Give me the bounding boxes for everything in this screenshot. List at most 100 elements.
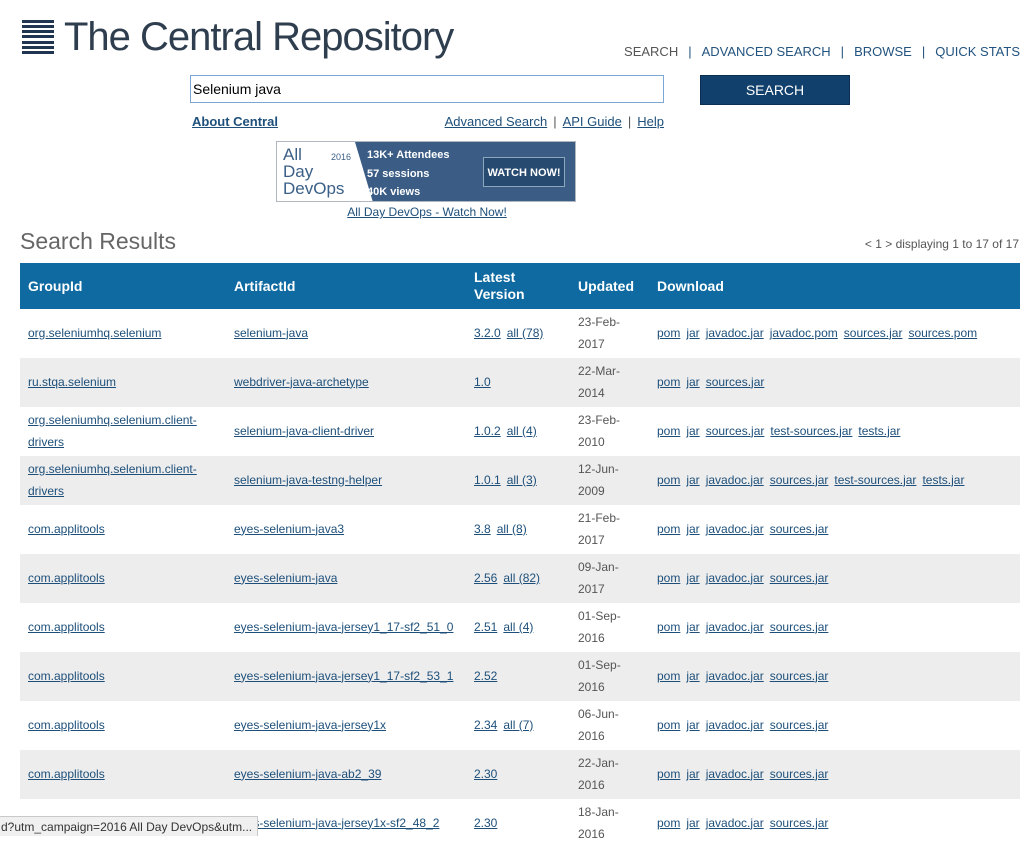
artifactid-link[interactable]: eyes-selenium-java-jersey1_17-sf2_53_1 (234, 669, 453, 683)
nav-advanced-search[interactable]: ADVANCED SEARCH (702, 44, 831, 59)
site-logo[interactable]: The Central Repository (22, 17, 454, 57)
artifactid-link[interactable]: eyes-selenium-java-ab2_39 (234, 767, 381, 781)
download-link[interactable]: jar (686, 571, 699, 585)
download-link[interactable]: jar (686, 669, 699, 683)
version-link[interactable]: 2.52 (474, 669, 497, 683)
ad-caption-link[interactable]: All Day DevOps - Watch Now! (347, 205, 507, 219)
download-link[interactable]: jar (686, 767, 699, 781)
nav-quick-stats[interactable]: QUICK STATS (935, 44, 1020, 59)
download-link[interactable]: tests.jar (858, 424, 900, 438)
download-link[interactable]: pom (657, 767, 680, 781)
version-link[interactable]: 3.8 (474, 522, 491, 536)
download-link[interactable]: sources.jar (844, 326, 903, 340)
download-link[interactable]: jar (686, 473, 699, 487)
version-link[interactable]: 2.34 (474, 718, 497, 732)
help-link[interactable]: Help (637, 114, 664, 129)
download-link[interactable]: sources.jar (770, 522, 829, 536)
groupid-link[interactable]: com.applitools (28, 522, 105, 536)
groupid-link[interactable]: org.seleniumhq.selenium.client-drivers (28, 413, 197, 449)
download-link[interactable]: pom (657, 718, 680, 732)
download-link[interactable]: javadoc.jar (706, 571, 764, 585)
download-link[interactable]: test-sources.jar (770, 424, 852, 438)
version-link[interactable]: 3.2.0 (474, 326, 501, 340)
download-link[interactable]: jar (686, 620, 699, 634)
download-link[interactable]: jar (686, 375, 699, 389)
nav-browse[interactable]: BROWSE (854, 44, 912, 59)
ad-watch-now-button[interactable]: WATCH NOW! (483, 157, 565, 187)
download-link[interactable]: pom (657, 424, 680, 438)
download-link[interactable]: sources.jar (770, 767, 829, 781)
download-link[interactable]: sources.jar (770, 669, 829, 683)
artifactid-link[interactable]: webdriver-java-archetype (234, 375, 369, 389)
download-link[interactable]: javadoc.jar (706, 326, 764, 340)
all-versions-link[interactable]: all (4) (507, 424, 537, 438)
download-link[interactable]: pom (657, 669, 680, 683)
download-link[interactable]: sources.jar (706, 424, 765, 438)
download-link[interactable]: sources.jar (770, 816, 829, 830)
download-link[interactable]: pom (657, 620, 680, 634)
download-link[interactable]: tests.jar (922, 473, 964, 487)
version-link[interactable]: 2.30 (474, 816, 497, 830)
download-link[interactable]: pom (657, 522, 680, 536)
nav-search[interactable]: SEARCH (624, 44, 678, 59)
groupid-link[interactable]: org.seleniumhq.selenium (28, 326, 161, 340)
download-link[interactable]: sources.jar (770, 718, 829, 732)
download-link[interactable]: javadoc.jar (706, 718, 764, 732)
download-link[interactable]: jar (686, 718, 699, 732)
groupid-link[interactable]: com.applitools (28, 718, 105, 732)
download-link[interactable]: pom (657, 375, 680, 389)
download-link[interactable]: pom (657, 816, 680, 830)
download-link[interactable]: test-sources.jar (834, 473, 916, 487)
artifactid-link[interactable]: eyes-selenium-java-jersey1x (234, 718, 386, 732)
artifactid-link[interactable]: selenium-java-testng-helper (234, 473, 382, 487)
download-link[interactable]: javadoc.jar (706, 767, 764, 781)
search-input[interactable] (190, 75, 664, 103)
artifactid-link[interactable]: eyes-selenium-java-jersey1x-sf2_48_2 (234, 816, 439, 830)
all-versions-link[interactable]: all (8) (497, 522, 527, 536)
advanced-search-link[interactable]: Advanced Search (445, 114, 548, 129)
download-link[interactable]: pom (657, 571, 680, 585)
download-link[interactable]: jar (686, 326, 699, 340)
about-central-link[interactable]: About Central (192, 114, 278, 129)
artifactid-link[interactable]: eyes-selenium-java-jersey1_17-sf2_51_0 (234, 620, 453, 634)
all-versions-link[interactable]: all (82) (503, 571, 540, 585)
artifactid-link[interactable]: selenium-java (234, 326, 308, 340)
version-link[interactable]: 2.51 (474, 620, 497, 634)
version-link[interactable]: 2.30 (474, 767, 497, 781)
groupid-link[interactable]: com.applitools (28, 669, 105, 683)
download-link[interactable]: sources.jar (706, 375, 765, 389)
groupid-link[interactable]: ru.stqa.selenium (28, 375, 116, 389)
version-link[interactable]: 1.0 (474, 375, 491, 389)
download-link[interactable]: sources.jar (770, 571, 829, 585)
groupid-link[interactable]: com.applitools (28, 767, 105, 781)
groupid-link[interactable]: com.applitools (28, 620, 105, 634)
version-link[interactable]: 2.56 (474, 571, 497, 585)
artifactid-link[interactable]: eyes-selenium-java (234, 571, 337, 585)
artifactid-link[interactable]: selenium-java-client-driver (234, 424, 374, 438)
download-link[interactable]: sources.jar (770, 620, 829, 634)
download-link[interactable]: jar (686, 816, 699, 830)
version-link[interactable]: 1.0.2 (474, 424, 501, 438)
version-link[interactable]: 1.0.1 (474, 473, 501, 487)
download-link[interactable]: javadoc.jar (706, 620, 764, 634)
download-link[interactable]: pom (657, 473, 680, 487)
groupid-link[interactable]: com.applitools (28, 571, 105, 585)
download-link[interactable]: javadoc.jar (706, 473, 764, 487)
artifactid-link[interactable]: eyes-selenium-java3 (234, 522, 344, 536)
all-versions-link[interactable]: all (3) (507, 473, 537, 487)
download-link[interactable]: javadoc.jar (706, 522, 764, 536)
all-versions-link[interactable]: all (4) (503, 620, 533, 634)
download-link[interactable]: sources.pom (908, 326, 977, 340)
download-link[interactable]: javadoc.jar (706, 816, 764, 830)
all-versions-link[interactable]: all (78) (507, 326, 544, 340)
groupid-link[interactable]: org.seleniumhq.selenium.client-drivers (28, 462, 197, 498)
devops-banner-ad[interactable]: All 2016 Day DevOps 13K+ Attendees 57 se… (276, 141, 576, 202)
download-link[interactable]: jar (686, 424, 699, 438)
api-guide-link[interactable]: API Guide (563, 114, 622, 129)
download-link[interactable]: javadoc.pom (770, 326, 838, 340)
download-link[interactable]: pom (657, 326, 680, 340)
download-link[interactable]: jar (686, 522, 699, 536)
search-button[interactable]: SEARCH (700, 75, 850, 105)
download-link[interactable]: javadoc.jar (706, 669, 764, 683)
download-link[interactable]: sources.jar (770, 473, 829, 487)
